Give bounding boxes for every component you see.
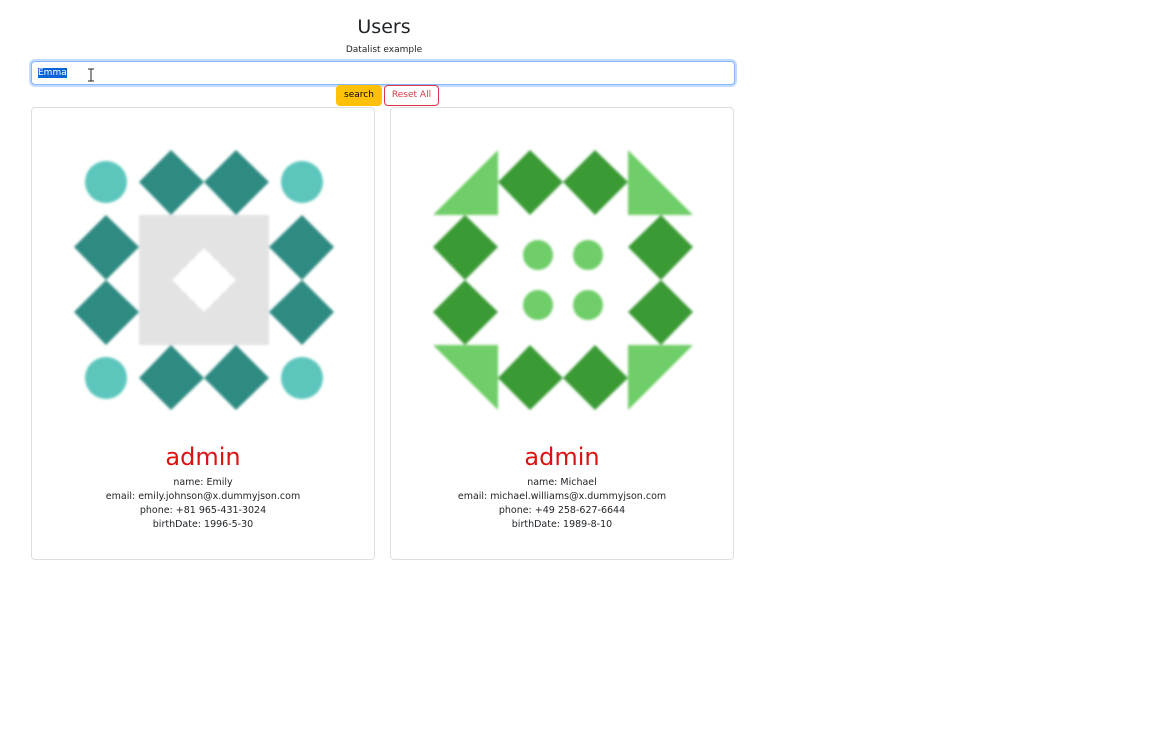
search-actions: search Reset All <box>336 85 440 106</box>
datalist-subtitle: Datalist example <box>345 45 423 55</box>
user-card: admin name: Michael email: michael.willi… <box>390 107 734 560</box>
user-birthdate: birthDate: 1996-5-30 <box>152 519 254 530</box>
page-title: Users <box>357 16 411 38</box>
user-birthdate: birthDate: 1989-8-10 <box>511 519 613 530</box>
user-email: email: emily.johnson@x.dummyjson.com <box>105 491 301 502</box>
reset-all-button[interactable]: Reset All <box>383 85 440 106</box>
user-name: name: Michael <box>527 477 597 488</box>
avatar-image <box>433 150 693 410</box>
text-cursor-icon <box>88 68 94 82</box>
page: Users Datalist example search Reset All <box>0 0 1152 742</box>
user-role: admin <box>524 443 600 471</box>
user-card: admin name: Emily email: emily.johnson@x… <box>31 107 375 560</box>
user-role: admin <box>165 443 241 471</box>
user-name: name: Emily <box>173 477 233 488</box>
search-button[interactable]: search <box>336 85 382 106</box>
search-input[interactable] <box>31 61 735 85</box>
avatar-image <box>74 150 334 410</box>
user-email: email: michael.williams@x.dummyjson.com <box>457 491 667 502</box>
identicon-teal-icon <box>74 150 334 410</box>
identicon-green-icon <box>433 150 693 410</box>
user-phone: phone: +81 965-431-3024 <box>139 505 267 516</box>
user-phone: phone: +49 258-627-6644 <box>498 505 626 516</box>
